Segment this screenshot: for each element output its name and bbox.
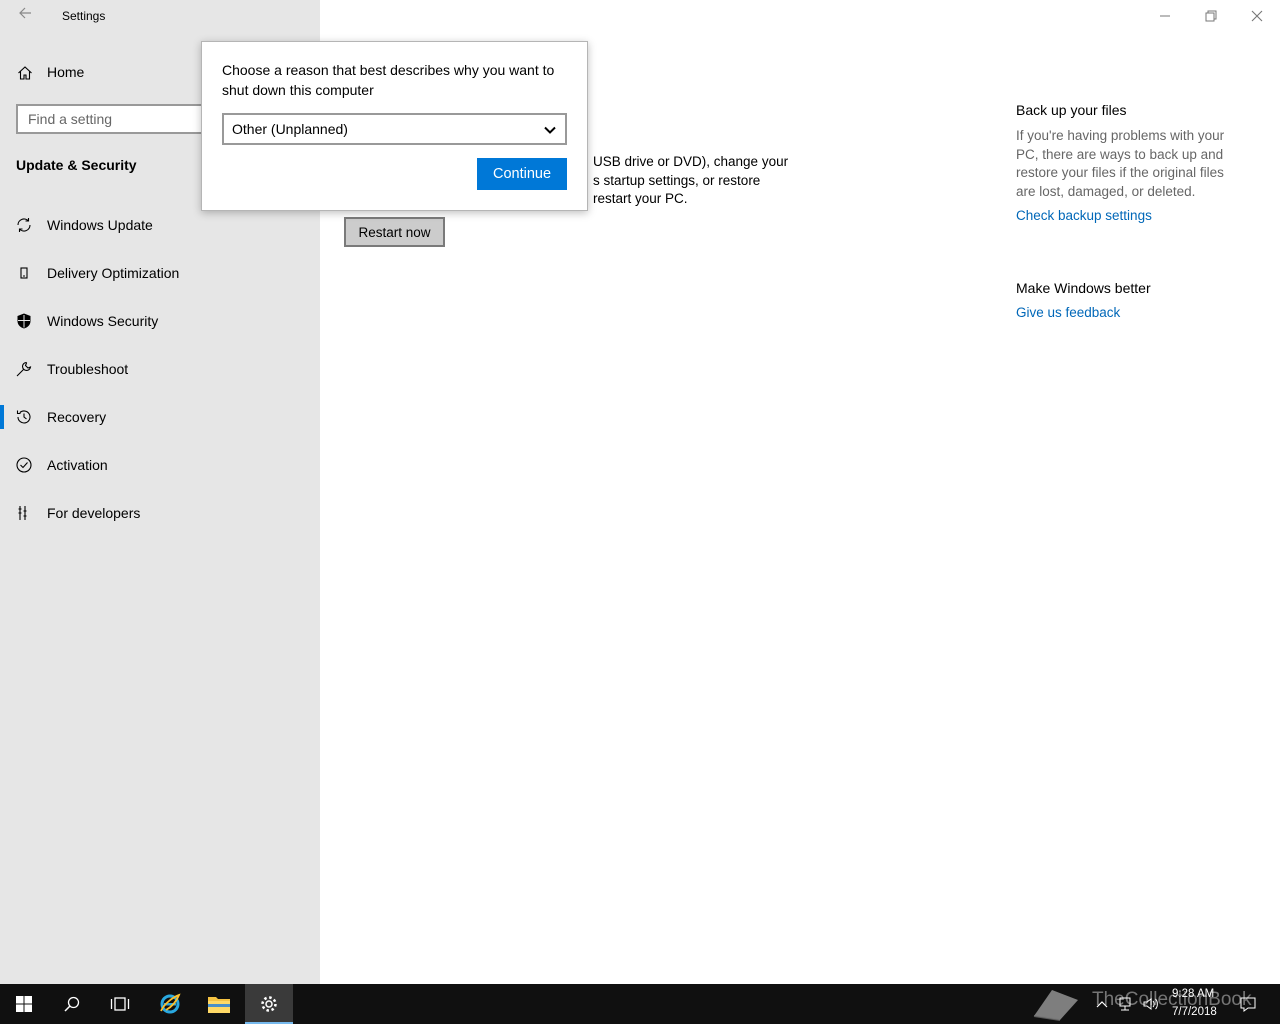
- shield-icon: [15, 312, 33, 330]
- backup-heading: Back up your files: [1016, 102, 1127, 118]
- sidebar-item-for-developers[interactable]: For developers: [0, 493, 320, 533]
- close-icon: [1251, 10, 1263, 22]
- clock-date[interactable]: 7/7/2018: [1172, 1006, 1217, 1018]
- recovery-description-line: s startup settings, or restore: [593, 172, 761, 188]
- close-button[interactable]: [1234, 0, 1280, 32]
- sync-icon: [15, 216, 33, 234]
- selected-reason: Other (Unplanned): [232, 121, 348, 137]
- action-center-icon[interactable]: [1239, 996, 1256, 1012]
- history-icon: [15, 408, 33, 426]
- restore-icon: [1205, 10, 1217, 22]
- sidebar-item-label: Windows Update: [47, 217, 153, 233]
- sidebar-item-troubleshoot[interactable]: Troubleshoot: [0, 349, 320, 389]
- restore-button[interactable]: [1188, 0, 1234, 32]
- home-icon: [17, 65, 33, 81]
- sidebar-item-label: Activation: [47, 457, 108, 473]
- shutdown-reason-dialog: Choose a reason that best describes why …: [201, 41, 588, 211]
- internet-explorer-icon: [160, 993, 181, 1014]
- sidebar-item-label: For developers: [47, 505, 141, 521]
- recovery-description-line: restart your PC.: [593, 191, 688, 206]
- sidebar-item-recovery[interactable]: Recovery: [0, 397, 320, 437]
- start-button[interactable]: [0, 984, 48, 1024]
- search-button[interactable]: [48, 984, 96, 1024]
- sidebar-item-activation[interactable]: Activation: [0, 445, 320, 485]
- app-title: Settings: [62, 9, 106, 23]
- sidebar-item-label: Windows Security: [47, 313, 159, 329]
- settings-taskbar-button[interactable]: [245, 984, 293, 1024]
- chevron-down-icon: [543, 123, 557, 137]
- shutdown-reason-select[interactable]: Other (Unplanned): [222, 113, 567, 145]
- minimize-icon: [1160, 15, 1170, 17]
- gear-icon: [261, 996, 277, 1012]
- make-windows-better-heading: Make Windows better: [1016, 280, 1151, 296]
- wrench-icon: [15, 360, 33, 378]
- check-circle-icon: [15, 456, 33, 474]
- back-arrow-icon[interactable]: [14, 6, 36, 26]
- task-view-icon: [110, 997, 130, 1011]
- taskbar: TheCollectionBook 9:28 AM 7/7/2018: [0, 984, 1280, 1024]
- sidebar-item-label: Recovery: [47, 409, 107, 425]
- dialog-prompt: Choose a reason that best describes why …: [222, 62, 555, 98]
- sidebar-item-windows-security[interactable]: Windows Security: [0, 301, 320, 341]
- sidebar-item-delivery-optimization[interactable]: Delivery Optimization: [0, 253, 320, 293]
- internet-explorer-button[interactable]: [146, 984, 194, 1024]
- network-icon[interactable]: [1118, 996, 1134, 1012]
- task-view-button[interactable]: [96, 984, 144, 1024]
- windows-logo-icon: [16, 996, 32, 1012]
- backup-text: If you're having problems with your PC, …: [1016, 128, 1225, 199]
- volume-icon[interactable]: [1142, 996, 1158, 1012]
- sidebar-item-label: Delivery Optimization: [47, 265, 180, 281]
- section-title: Update & Security: [16, 157, 137, 173]
- minimize-button[interactable]: [1142, 0, 1188, 32]
- sidebar-item-label: Home: [47, 64, 85, 80]
- check-backup-settings-link[interactable]: Check backup settings: [1016, 208, 1246, 223]
- developer-tools-icon: [15, 504, 33, 522]
- recovery-description: USB drive or DVD), change your s startup…: [593, 153, 813, 209]
- delivery-optimization-icon: [15, 264, 33, 282]
- sidebar-item-windows-update[interactable]: Windows Update: [0, 205, 320, 245]
- sidebar-item-label: Troubleshoot: [47, 361, 129, 377]
- give-feedback-link[interactable]: Give us feedback: [1016, 305, 1246, 320]
- search-icon: [64, 996, 80, 1012]
- active-indicator: [0, 405, 4, 429]
- related-settings-panel: Back up your files If you're having prob…: [1016, 102, 1246, 320]
- show-hidden-icons-chevron-icon[interactable]: [1096, 996, 1112, 1012]
- recovery-description-line: USB drive or DVD), change your: [593, 154, 789, 169]
- book-watermark-icon: [1030, 986, 1082, 1022]
- restart-now-button[interactable]: Restart now: [344, 217, 445, 247]
- folder-icon: [208, 997, 230, 1013]
- clock-time[interactable]: 9:28 AM: [1172, 988, 1214, 1000]
- continue-button[interactable]: Continue: [477, 158, 567, 190]
- file-explorer-button[interactable]: [195, 984, 243, 1024]
